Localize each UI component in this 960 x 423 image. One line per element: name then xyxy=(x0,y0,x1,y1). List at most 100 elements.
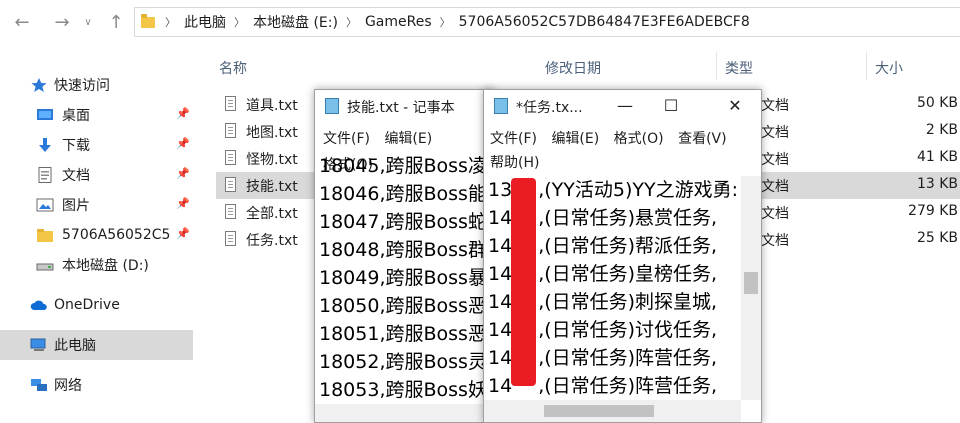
menu-edit[interactable]: 编辑(E) xyxy=(384,131,432,147)
column-divider[interactable] xyxy=(866,52,867,80)
line-text: ,(日常任务)皇榜任务, xyxy=(538,263,718,285)
file-name: 怪物.txt xyxy=(246,152,298,168)
file-type: 文档 xyxy=(761,233,789,249)
file-type: 文档 xyxy=(761,98,789,114)
text-line: 18052,跨服Boss灵 xyxy=(319,351,487,373)
menu-bar-row2: 帮助(H) xyxy=(490,150,549,176)
sidebar-item-quick-access[interactable]: 快速访问 xyxy=(0,70,193,100)
line-prefix: 14 xyxy=(488,235,513,257)
horizontal-scrollbar[interactable] xyxy=(484,400,741,422)
minimize-icon: — xyxy=(617,96,633,115)
text-line: 18051,跨服Boss恶 xyxy=(319,323,487,345)
sidebar-item-onedrive[interactable]: OneDrive xyxy=(0,290,193,320)
pin-icon[interactable]: 📌 xyxy=(176,137,190,150)
column-header-size[interactable]: 大小 xyxy=(875,58,903,78)
sidebar-item-this-pc[interactable]: 此电脑 xyxy=(0,330,193,360)
close-button[interactable]: ✕ xyxy=(712,90,758,122)
line-prefix: 14 xyxy=(488,319,513,341)
line-text: ,(日常任务)帮派任务, xyxy=(538,235,718,257)
line-text: ,(日常任务)阵营任务, xyxy=(538,347,718,369)
line-text: ,(日常任务)讨伐任务, xyxy=(538,319,718,341)
file-size: 50 KB xyxy=(916,95,958,111)
text-line: 18046,跨服Boss能 xyxy=(319,183,487,205)
sidebar-item-downloads[interactable]: 下载 📌 xyxy=(0,130,193,160)
text-line: 18049,跨服Boss暴 xyxy=(319,267,487,289)
back-button[interactable]: ← xyxy=(8,8,36,38)
address-bar[interactable]: 〉 此电脑 〉 本地磁盘 (E:) 〉 GameRes 〉 5706A56052… xyxy=(134,7,960,37)
sidebar-item-pictures[interactable]: 图片 📌 xyxy=(0,190,193,220)
document-icon xyxy=(38,167,52,183)
column-divider[interactable] xyxy=(716,52,717,80)
breadcrumb-item[interactable]: 5706A56052C57DB64847E3FE6ADEBCF8 xyxy=(455,14,754,30)
arrow-left-icon: ← xyxy=(14,12,30,33)
title-bar[interactable]: *任务.tx... — ☐ ✕ xyxy=(484,90,761,122)
menu-file[interactable]: 文件(F) xyxy=(490,131,537,147)
breadcrumb-item[interactable]: 本地磁盘 (E:) xyxy=(249,12,342,32)
folder-icon xyxy=(141,13,155,28)
text-line: 18053,跨服Boss妖 xyxy=(319,379,487,401)
pictures-icon xyxy=(36,198,54,212)
vertical-scrollbar[interactable] xyxy=(741,176,761,400)
column-header-modified[interactable]: 修改日期 xyxy=(545,58,601,78)
menu-edit[interactable]: 编辑(E) xyxy=(551,131,599,147)
breadcrumb-item[interactable]: 此电脑 xyxy=(180,12,230,32)
chevron-right-icon: 〉 xyxy=(345,16,357,29)
sidebar-item-label: 文档 xyxy=(62,168,90,184)
scrollbar-thumb[interactable] xyxy=(544,405,654,417)
line-text: ,(日常任务)悬赏任务, xyxy=(538,207,718,229)
line-prefix: 13 xyxy=(488,179,513,201)
menu-view[interactable]: 查看(V) xyxy=(678,131,727,147)
column-header-name[interactable]: 名称 xyxy=(219,58,247,78)
sidebar-item-label: 本地磁盘 (D:) xyxy=(62,258,149,274)
drive-icon xyxy=(36,263,54,271)
chevron-right-icon: 〉 xyxy=(234,16,245,29)
file-type: 文档 xyxy=(761,125,789,141)
arrow-up-icon: ↑ xyxy=(108,12,124,33)
file-size: 41 KB xyxy=(916,149,958,165)
text-file-icon xyxy=(225,204,236,219)
chevron-right-icon: 〉 xyxy=(165,16,176,29)
title-bar[interactable]: 技能.txt - 记事本 xyxy=(315,90,493,122)
pin-icon[interactable]: 📌 xyxy=(176,197,190,210)
menu-help[interactable]: 帮助(H) xyxy=(490,155,539,171)
up-button[interactable]: ↑ xyxy=(102,8,130,38)
recent-dropdown-button[interactable]: ∨ xyxy=(80,8,96,38)
forward-button[interactable]: → xyxy=(48,8,76,38)
sidebar-item-folder[interactable]: 5706A56052C5 📌 xyxy=(0,220,193,250)
desktop-icon xyxy=(37,109,53,120)
menu-format[interactable]: 格式(O) xyxy=(614,131,664,147)
sidebar-item-documents[interactable]: 文档 📌 xyxy=(0,160,193,190)
line-prefix: 14 xyxy=(488,263,513,285)
notepad-window-skills[interactable]: 技能.txt - 记事本 文件(F) 编辑(E) 格式(O) 18045,跨服B… xyxy=(314,89,494,423)
line-prefix: 14 xyxy=(488,347,513,369)
file-type: 文档 xyxy=(761,152,789,168)
breadcrumb-item[interactable]: GameRes xyxy=(361,14,436,30)
computer-icon xyxy=(30,338,46,351)
minimize-button[interactable]: — xyxy=(602,90,648,122)
maximize-button[interactable]: ☐ xyxy=(648,90,694,122)
sidebar-item-network[interactable]: 网络 xyxy=(0,370,193,400)
menu-file[interactable]: 文件(F) xyxy=(323,131,370,147)
chevron-right-icon: 〉 xyxy=(439,16,451,29)
notepad-window-tasks[interactable]: *任务.tx... — ☐ ✕ 文件(F) 编辑(E) 格式(O) 查看(V) … xyxy=(483,89,762,423)
sidebar-item-label: OneDrive xyxy=(54,297,120,313)
menu-bar: 文件(F) 编辑(E) 格式(O) 查看(V) xyxy=(490,126,737,152)
line-prefix: 14 xyxy=(488,291,513,313)
text-line: 18050,跨服Boss恶 xyxy=(319,295,487,317)
sidebar-item-drive-d[interactable]: 本地磁盘 (D:) xyxy=(0,250,193,280)
line-prefix: 14 xyxy=(488,207,513,229)
redaction-mark xyxy=(511,178,536,386)
notepad-icon xyxy=(325,98,339,114)
pin-icon[interactable]: 📌 xyxy=(176,107,190,120)
file-type: 文档 xyxy=(761,206,789,222)
sidebar-item-label: 网络 xyxy=(54,378,82,394)
sidebar-item-label: 此电脑 xyxy=(54,338,96,354)
scrollbar-thumb[interactable] xyxy=(744,272,758,294)
pin-icon[interactable]: 📌 xyxy=(176,167,190,180)
pin-icon[interactable]: 📌 xyxy=(176,227,190,240)
text-file-icon xyxy=(225,231,236,246)
horizontal-scrollbar[interactable] xyxy=(315,404,493,422)
sidebar-item-desktop[interactable]: 桌面 📌 xyxy=(0,100,193,130)
close-icon: ✕ xyxy=(728,96,742,115)
column-header-type[interactable]: 类型 xyxy=(725,58,753,78)
